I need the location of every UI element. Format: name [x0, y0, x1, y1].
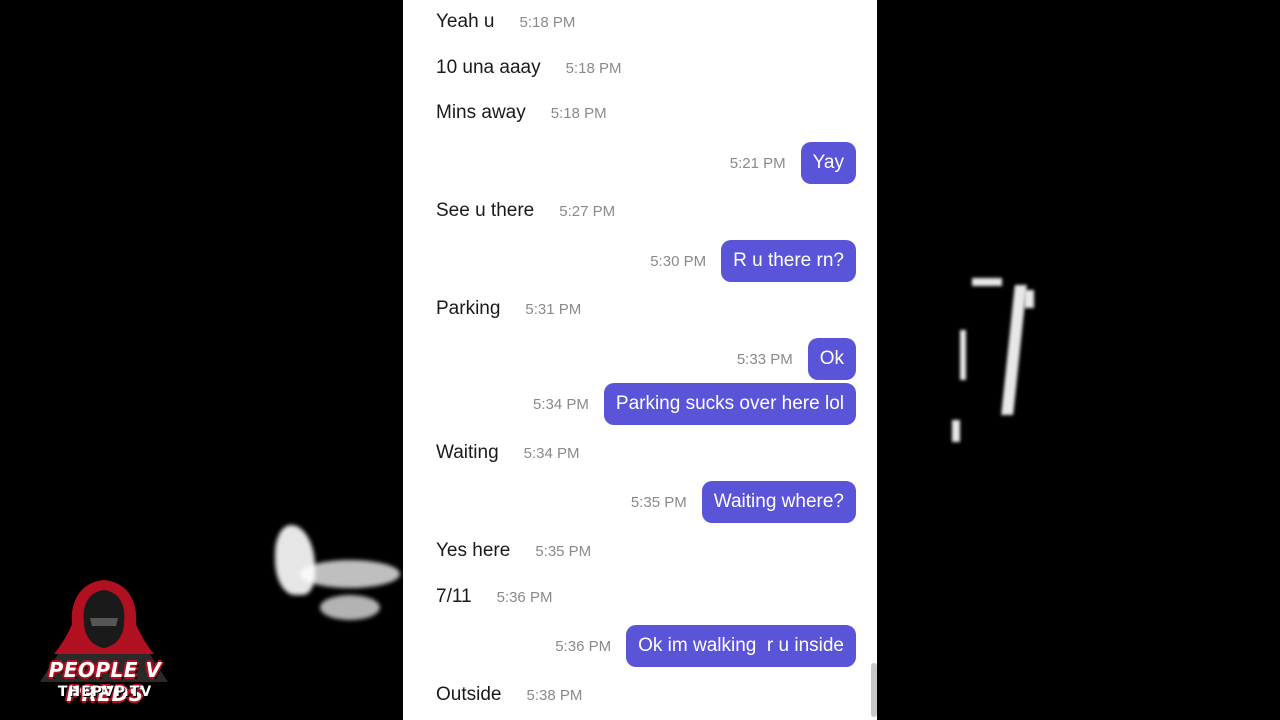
- message-timestamp: 5:27 PM: [559, 202, 616, 220]
- message-text: Waiting: [436, 442, 499, 463]
- message-timestamp: 5:34 PM: [523, 444, 580, 462]
- message-timestamp: 5:34 PM: [533, 395, 589, 413]
- outgoing-message[interactable]: 5:33 PM Ok: [403, 337, 877, 381]
- background-splash: [320, 595, 380, 620]
- background-figure: [1001, 285, 1027, 415]
- message-text: See u there: [436, 200, 535, 221]
- logo-subtitle: THEPVP.TV: [57, 684, 153, 700]
- message-bubble: Yay: [800, 142, 856, 184]
- message-bubble: Parking sucks over here lol: [603, 383, 856, 425]
- background-splash: [275, 525, 315, 595]
- message-text: Outside: [436, 684, 502, 705]
- background-figure: [972, 278, 1002, 286]
- message-bubble: Waiting where?: [701, 481, 856, 523]
- message-timestamp: 5:18 PM: [565, 59, 622, 77]
- message-timestamp: 5:21 PM: [729, 154, 786, 172]
- outgoing-message[interactable]: 5:34 PM Parking sucks over here lol: [403, 382, 877, 426]
- incoming-message[interactable]: Mins away 5:18 PM: [403, 91, 877, 135]
- incoming-message[interactable]: See u there 5:27 PM: [403, 189, 877, 233]
- background-figure: [960, 330, 966, 380]
- message-timestamp: 5:36 PM: [496, 588, 553, 606]
- message-text: 10 una aaay: [436, 57, 541, 78]
- message-text: 7/11: [436, 586, 472, 607]
- video-frame: Yeah u 5:18 PM 10 una aaay 5:18 PM Mins away…: [0, 0, 1280, 720]
- message-timestamp: 5:36 PM: [555, 637, 612, 655]
- message-timestamp: 5:38 PM: [526, 686, 583, 704]
- message-text: Parking: [436, 298, 501, 319]
- incoming-message[interactable]: Parking 5:31 PM: [403, 287, 877, 331]
- chat-panel: Yeah u 5:18 PM 10 una aaay 5:18 PM Mins away…: [403, 0, 877, 720]
- background-figure: [952, 420, 960, 442]
- incoming-message[interactable]: Yeah u 5:18 PM: [403, 0, 877, 44]
- message-timestamp: 5:35 PM: [630, 493, 687, 511]
- outgoing-message[interactable]: 5:35 PM Waiting where?: [403, 480, 877, 524]
- incoming-message[interactable]: 7/11 5:36 PM: [403, 575, 877, 619]
- message-timestamp: 5:18 PM: [519, 13, 576, 31]
- message-text: Mins away: [436, 102, 526, 123]
- message-timestamp: 5:33 PM: [736, 350, 793, 368]
- message-timestamp: 5:35 PM: [535, 542, 592, 560]
- outgoing-message[interactable]: 5:36 PM Ok im walking r u inside: [403, 624, 877, 668]
- message-timestamp: 5:18 PM: [550, 104, 607, 122]
- background-splash: [300, 560, 400, 588]
- message-timestamp: 5:31 PM: [525, 300, 582, 318]
- message-bubble: R u there rn?: [721, 240, 856, 282]
- background-figure: [1024, 290, 1034, 308]
- message-text: Yes here: [436, 540, 511, 561]
- outgoing-message[interactable]: 5:21 PM Yay: [403, 141, 877, 185]
- message-text: Yeah u: [436, 11, 495, 32]
- message-bubble: Ok im walking r u inside: [626, 625, 856, 667]
- channel-logo: PEOPLE V PREDS THEPVP.TV: [18, 578, 190, 706]
- outgoing-message[interactable]: 5:30 PM R u there rn?: [403, 239, 877, 283]
- incoming-message[interactable]: Waiting 5:34 PM: [403, 431, 877, 475]
- incoming-message[interactable]: Yes here 5:35 PM: [403, 529, 877, 573]
- incoming-message[interactable]: 10 una aaay 5:18 PM: [403, 46, 877, 90]
- incoming-message[interactable]: Outside 5:38 PM: [403, 673, 877, 717]
- message-timestamp: 5:30 PM: [650, 252, 707, 270]
- message-bubble: Ok: [807, 338, 856, 380]
